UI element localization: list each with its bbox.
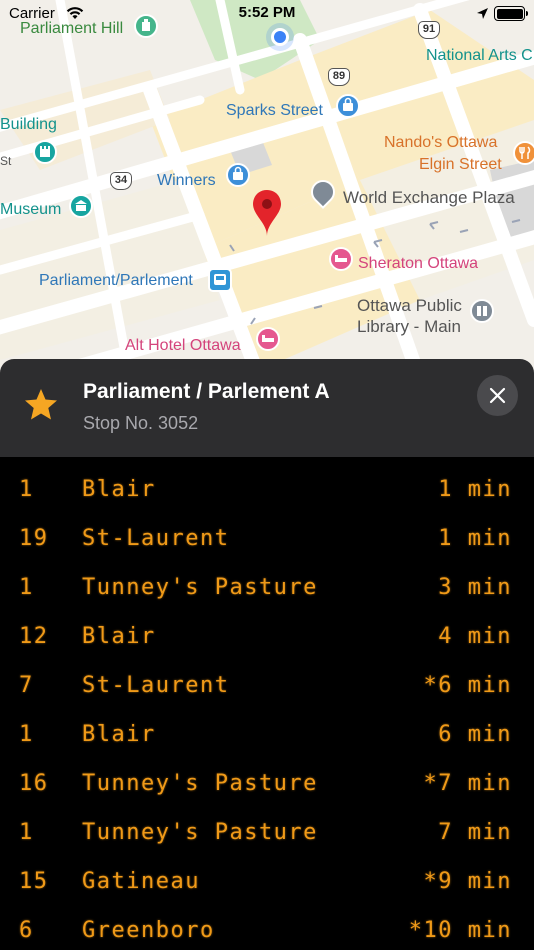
route-number: 12 [19, 624, 49, 649]
destination: Blair [82, 477, 156, 502]
arrival-time: *10 min [408, 918, 512, 943]
map-label-sparks-street[interactable]: Sparks Street [226, 101, 323, 120]
route-number: 16 [19, 771, 49, 796]
destination: Blair [82, 624, 156, 649]
departure-row[interactable]: 19 St-Laurent 1 min [0, 516, 534, 565]
route-shield-89: 89 [328, 68, 350, 86]
departure-row[interactable]: 16 Tunney's Pasture *7 min [0, 761, 534, 810]
arrival-time: *7 min [423, 771, 512, 796]
shopping-bag-icon-winners[interactable] [226, 163, 250, 187]
arrival-time: 7 min [438, 820, 512, 845]
castle-icon[interactable] [33, 140, 57, 164]
map-view[interactable]: 91 89 34 Parliament Hill National Arts C… [0, 0, 534, 380]
arrival-time: *6 min [423, 673, 512, 698]
map-label-world-exchange[interactable]: World Exchange Plaza [343, 188, 515, 207]
departure-row[interactable]: 1 Blair 6 min [0, 712, 534, 761]
hotel-bed-icon-sheraton[interactable] [329, 247, 353, 271]
map-label-nandos-1[interactable]: Nando's Ottawa [384, 133, 497, 152]
map-label-parliament-station[interactable]: Parliament/Parlement [39, 271, 193, 290]
stop-title: Parliament / Parlement A [83, 380, 330, 403]
map-label-winners[interactable]: Winners [157, 171, 216, 190]
destination: Gatineau [82, 869, 200, 894]
battery-icon [494, 6, 528, 21]
departure-row[interactable]: 15 Gatineau *9 min [0, 859, 534, 908]
close-button[interactable] [477, 375, 518, 416]
departure-row[interactable]: 1 Blair 1 min [0, 467, 534, 516]
route-number: 1 [19, 820, 34, 845]
departure-row[interactable]: 1 Tunney's Pasture 3 min [0, 565, 534, 614]
departure-row[interactable]: 7 St-Laurent *6 min [0, 663, 534, 712]
map-label-library-1[interactable]: Ottawa Public [357, 296, 462, 315]
destination: Tunney's Pasture [82, 820, 318, 845]
shopping-bag-icon[interactable] [336, 94, 360, 118]
bus-station-icon[interactable] [208, 268, 232, 292]
route-number: 7 [19, 673, 34, 698]
clock: 5:52 PM [238, 4, 296, 21]
map-label-national-arts[interactable]: National Arts C [426, 46, 533, 65]
departure-row[interactable]: 6 Greenboro *10 min [0, 908, 534, 950]
library-book-icon[interactable] [470, 299, 494, 323]
star-icon[interactable] [22, 386, 60, 424]
arrival-time: 4 min [438, 624, 512, 649]
map-label-street: St [0, 154, 12, 168]
route-number: 6 [19, 918, 34, 943]
departure-row[interactable]: 12 Blair 4 min [0, 614, 534, 663]
route-number: 15 [19, 869, 49, 894]
arrival-time: *9 min [423, 869, 512, 894]
hotel-bed-icon-alt[interactable] [256, 327, 280, 351]
selected-stop-pin-icon[interactable] [252, 189, 282, 242]
destination: Tunney's Pasture [82, 771, 318, 796]
map-label-building[interactable]: Building [0, 115, 57, 134]
map-label-alt-hotel[interactable]: Alt Hotel Ottawa [125, 336, 241, 355]
restaurant-icon[interactable] [513, 141, 534, 165]
museum-icon[interactable] [69, 194, 93, 218]
departures-list[interactable]: 1 Blair 1 min 19 St-Laurent 1 min 1 Tunn… [0, 457, 534, 950]
stop-header: Parliament / Parlement A Stop No. 3052 [0, 359, 534, 457]
destination: St-Laurent [82, 526, 230, 551]
departure-row[interactable]: 1 Tunney's Pasture 7 min [0, 810, 534, 859]
arrival-time: 6 min [438, 722, 512, 747]
close-icon [489, 387, 506, 404]
destination: Tunney's Pasture [82, 575, 318, 600]
arrival-time: 3 min [438, 575, 512, 600]
route-number: 19 [19, 526, 49, 551]
route-number: 1 [19, 477, 34, 502]
route-number: 1 [19, 575, 34, 600]
destination: Blair [82, 722, 156, 747]
map-label-library-2[interactable]: Library - Main [357, 317, 461, 336]
stop-number: Stop No. 3052 [83, 413, 199, 433]
arrival-time: 1 min [438, 477, 512, 502]
status-bar: Carrier 5:52 PM [0, 0, 534, 28]
route-number: 1 [19, 722, 34, 747]
route-shield-34: 34 [110, 172, 132, 190]
map-label-nandos-2[interactable]: Elgin Street [419, 155, 502, 174]
arrival-time: 1 min [438, 526, 512, 551]
destination: St-Laurent [82, 673, 230, 698]
map-label-museum[interactable]: Museum [0, 200, 61, 219]
map-label-sheraton[interactable]: Sheraton Ottawa [358, 254, 478, 273]
destination: Greenboro [82, 918, 215, 943]
location-arrow-icon [476, 7, 489, 25]
